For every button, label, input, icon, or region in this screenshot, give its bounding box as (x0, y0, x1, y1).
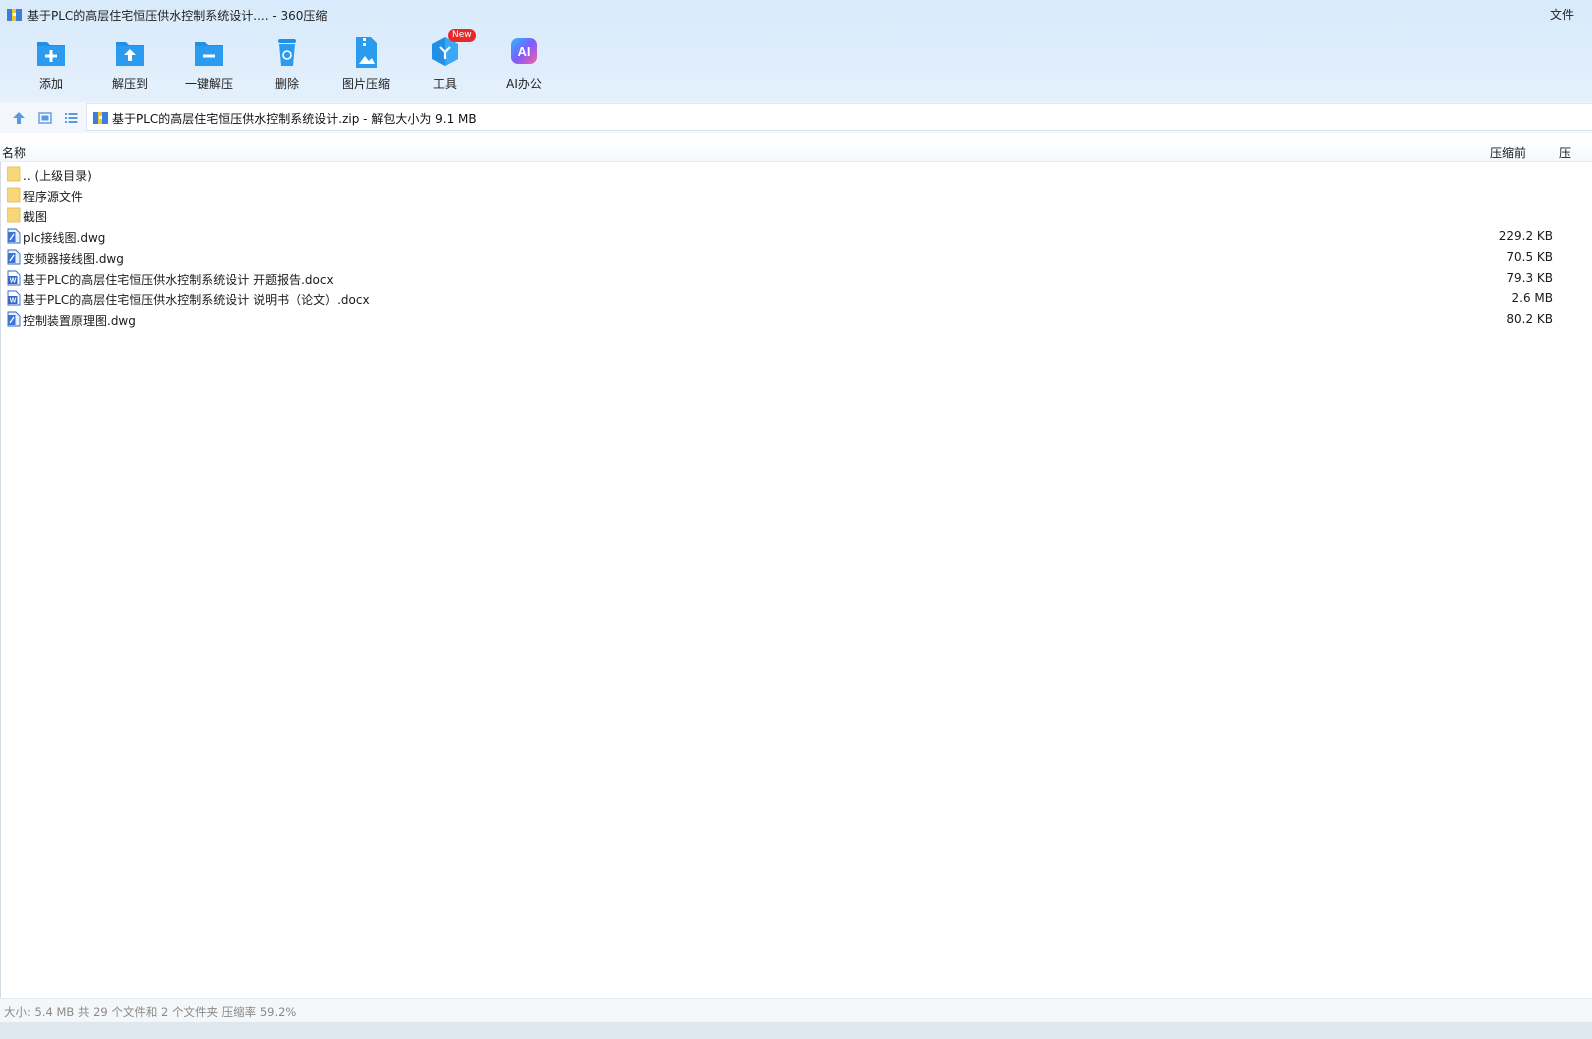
thumbnail-view-icon[interactable] (37, 110, 53, 126)
ai-office-label: AI办公 (506, 77, 542, 91)
title-bar: 基于PLC的高层住宅恒压供水控制系统设计.... - 360压缩 文件 添加 解… (0, 0, 1592, 102)
file-row[interactable]: 程序源文件 (1, 184, 1592, 205)
file-size: 229.2 KB (1498, 229, 1553, 244)
dwg-file-icon (7, 249, 21, 265)
file-row[interactable]: W 基于PLC的高层住宅恒压供水控制系统设计 说明书（论文）.docx 2.6 MB (1, 287, 1592, 308)
bottom-strip (0, 1022, 1592, 1039)
column-original-size-header[interactable]: 压缩前 (1490, 144, 1526, 161)
svg-text:W: W (10, 298, 17, 305)
one-click-extract-button[interactable]: 一键解压 (173, 34, 245, 94)
status-text: 大小: 5.4 MB 共 29 个文件和 2 个文件夹 压缩率 59.2% (4, 1005, 297, 1019)
file-name: 程序源文件 (23, 189, 84, 204)
window-title: 基于PLC的高层住宅恒压供水控制系统设计.... - 360压缩 (27, 9, 328, 23)
file-name: 基于PLC的高层住宅恒压供水控制系统设计 说明书（论文）.docx (23, 293, 370, 308)
list-view-icon[interactable] (63, 110, 79, 126)
file-name: 基于PLC的高层住宅恒压供水控制系统设计 开题报告.docx (23, 272, 334, 287)
ai-office-button[interactable]: AI AI办公 (488, 34, 560, 94)
file-row[interactable]: plc接线图.dwg 229.2 KB (1, 225, 1592, 246)
archive-icon (93, 112, 108, 124)
file-row[interactable]: 变频器接线图.dwg 70.5 KB (1, 246, 1592, 267)
path-field[interactable]: 基于PLC的高层住宅恒压供水控制系统设计.zip - 解包大小为 9.1 MB (86, 103, 1592, 131)
file-name: plc接线图.dwg (23, 231, 106, 246)
title-right-text: 文件 (1550, 8, 1575, 22)
delete-icon (278, 39, 296, 66)
extract-to-button[interactable]: 解压到 (94, 34, 166, 94)
tools-label: 工具 (432, 77, 457, 91)
ai-office-icon: AI (511, 38, 537, 64)
file-row[interactable]: 控制装置原理图.dwg 80.2 KB (1, 308, 1592, 329)
ai-icon-text: AI (518, 44, 531, 59)
image-compress-label: 图片压缩 (341, 77, 390, 91)
column-compressed-size-header[interactable]: 压 (1559, 144, 1571, 161)
folder-icon (7, 166, 21, 182)
svg-text:W: W (10, 277, 17, 284)
column-header-row: 名称 压缩前 压 (0, 141, 1592, 162)
image-compress-button[interactable]: 图片压缩 (330, 34, 402, 94)
file-row[interactable]: W 基于PLC的高层住宅恒压供水控制系统设计 开题报告.docx 79.3 KB (1, 267, 1592, 288)
word-document-icon: W (7, 270, 21, 285)
file-row[interactable]: 截图 (1, 204, 1592, 225)
extract-to-icon (116, 42, 144, 66)
status-bar: 大小: 5.4 MB 共 29 个文件和 2 个文件夹 压缩率 59.2% (0, 998, 1592, 1023)
one-click-extract-icon (195, 42, 223, 66)
file-name: 变频器接线图.dwg (23, 251, 124, 266)
dwg-file-icon (7, 311, 21, 327)
file-size: 2.6 MB (1511, 291, 1553, 306)
file-name: 控制装置原理图.dwg (23, 313, 136, 328)
file-list: .. (上级目录) 程序源文件截图 plc接线图.dwg 229.2 KB 变频器接线图… (0, 162, 1592, 998)
extract-to-label: 解压到 (111, 77, 148, 91)
column-name-header[interactable]: 名称 (2, 144, 26, 161)
word-document-icon: W (7, 290, 21, 306)
tools-button[interactable]: 工具 (409, 34, 481, 94)
file-size: 70.5 KB (1506, 249, 1553, 264)
file-name: .. (上级目录) (23, 169, 92, 183)
file-size: 80.2 KB (1506, 311, 1553, 326)
up-arrow-icon[interactable] (11, 110, 27, 126)
one-click-extract-label: 一键解压 (184, 77, 233, 91)
archive-app-icon (7, 9, 22, 21)
path-text: 基于PLC的高层住宅恒压供水控制系统设计.zip - 解包大小为 9.1 MB (112, 112, 477, 126)
new-badge: New (448, 29, 476, 42)
add-button[interactable]: 添加 (15, 34, 87, 94)
delete-button[interactable]: 删除 (251, 34, 323, 94)
image-compress-icon (356, 37, 377, 68)
delete-label: 删除 (274, 77, 299, 91)
file-row[interactable]: .. (上级目录) (1, 163, 1592, 184)
file-size: 79.3 KB (1506, 270, 1553, 285)
add-icon (37, 42, 65, 66)
dwg-file-icon (7, 228, 21, 244)
add-label: 添加 (38, 77, 63, 91)
folder-icon (7, 207, 21, 223)
folder-icon (7, 187, 21, 203)
file-name: 截图 (23, 210, 48, 225)
